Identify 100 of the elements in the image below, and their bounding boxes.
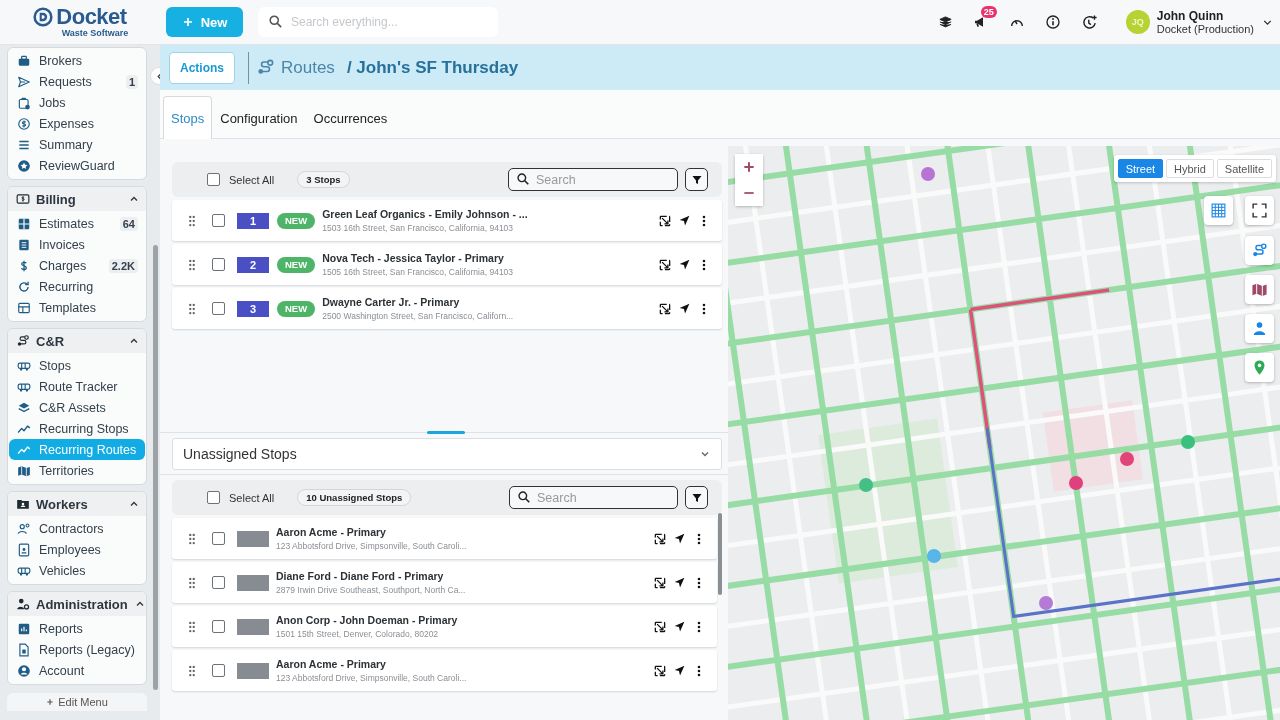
stop-card[interactable]: Aaron Acme - Primary 123 Abbotsford Drive, Simpsonville, South Caroli...	[172, 650, 717, 691]
swap-icon[interactable]	[658, 301, 672, 316]
stop-card[interactable]: Aaron Acme - Primary 123 Abbotsford Drive, Simpsonville, South Caroli...	[172, 518, 717, 559]
navigate-icon[interactable]	[673, 664, 686, 677]
nav-item[interactable]: C&R Assets	[9, 397, 145, 418]
nav-item[interactable]: Jobs	[9, 92, 145, 113]
checkbox[interactable]	[212, 532, 225, 545]
search-field[interactable]: Search	[509, 486, 678, 509]
send-icon	[17, 74, 31, 89]
nav-item[interactable]: Requests 1	[9, 71, 145, 92]
nav-item[interactable]: Estimates 64	[9, 213, 145, 234]
stop-card[interactable]: 2 NEW Nova Tech - Jessica Taylor - Primary 1505 16th Street, San Francisco, California, 94103	[172, 244, 722, 285]
zoom-out-button[interactable]	[735, 180, 763, 206]
map-pin[interactable]	[1039, 596, 1053, 610]
nav-group-header[interactable]: Administration	[8, 592, 146, 616]
map-pin[interactable]	[1120, 452, 1134, 466]
search-field[interactable]: Search	[508, 168, 678, 191]
clock-plus-icon[interactable]	[1080, 13, 1098, 31]
nav-group-title: Billing	[36, 191, 76, 207]
map-button[interactable]	[1245, 275, 1274, 304]
notification-badge: 25	[980, 6, 997, 18]
nav-group-header[interactable]: C&R	[8, 329, 146, 353]
person-button[interactable]	[1245, 314, 1274, 343]
nav-group-header[interactable]: Workers	[8, 492, 146, 516]
layers-icon[interactable]	[937, 14, 953, 30]
checkbox[interactable]	[212, 620, 225, 633]
map-type-button[interactable]: Hybrid	[1166, 159, 1214, 178]
nav-item[interactable]: Recurring Stops	[9, 418, 145, 439]
navigate-icon[interactable]	[678, 214, 691, 227]
filter-button[interactable]	[685, 486, 708, 509]
nav-item[interactable]: Vehicles	[9, 560, 145, 581]
nav-group-header[interactable]: Billing	[8, 187, 146, 211]
stop-title: Nova Tech - Jessica Taylor - Primary	[322, 252, 505, 264]
nav-item[interactable]: Summary	[9, 134, 145, 155]
nav-item[interactable]: Route Tracker	[9, 376, 145, 397]
checkbox[interactable]	[212, 302, 225, 315]
stop-card[interactable]: 1 NEW Green Leaf Organics - Emily Johnson - ... 1503 16th Street, San Francisco, California, 94103	[172, 200, 722, 241]
stop-card[interactable]: Diane Ford - Diane Ford - Primary 2879 Irwin Drive Southeast, Southport, North Ca...	[172, 562, 717, 603]
fullscreen-button[interactable]	[1245, 196, 1274, 225]
nav-item[interactable]: Expenses	[9, 113, 145, 134]
nav-item[interactable]: Stops	[9, 355, 145, 376]
people-icon	[17, 521, 31, 536]
checkbox[interactable]	[212, 214, 225, 227]
pin-button[interactable]	[1245, 353, 1274, 382]
nav-item[interactable]: Employees	[9, 539, 145, 560]
nav-item[interactable]: Brokers	[9, 50, 145, 71]
checkbox[interactable]	[207, 491, 220, 504]
count-chip: 10 Unassigned Stops	[297, 489, 412, 506]
map-type-button[interactable]: Street	[1117, 159, 1164, 178]
navigate-icon[interactable]	[673, 576, 686, 589]
navigate-icon[interactable]	[673, 532, 686, 545]
info-icon[interactable]	[1044, 14, 1061, 30]
nav-item[interactable]: ReviewGuard	[9, 155, 145, 176]
checkbox[interactable]	[212, 576, 225, 589]
swap-icon[interactable]	[658, 213, 672, 228]
nav-item[interactable]: Recurring	[9, 276, 145, 297]
stop-title: Anon Corp - John Doeman - Primary	[276, 614, 458, 626]
stop-card[interactable]: Anon Corp - John Doeman - Primary 1501 15th Street, Denver, Colorado, 80202	[172, 606, 717, 647]
tab[interactable]: Stops	[163, 96, 213, 139]
zoom-in-button[interactable]	[735, 154, 763, 180]
checkbox[interactable]	[212, 258, 225, 271]
filter-button[interactable]	[685, 168, 708, 191]
clipboard-icon	[17, 95, 31, 110]
section-dropdown[interactable]: Unassigned Stops	[172, 438, 722, 470]
tab[interactable]: Configuration	[212, 96, 306, 139]
scrollbar[interactable]	[718, 513, 722, 595]
tab[interactable]: Occurrences	[305, 96, 396, 139]
grid-button[interactable]	[1204, 196, 1233, 225]
navigate-icon[interactable]	[678, 258, 691, 271]
swap-icon[interactable]	[653, 575, 667, 590]
resize-handle[interactable]	[427, 431, 465, 434]
map-pin[interactable]	[921, 167, 935, 181]
nav-item[interactable]: Reports (Legacy)	[9, 639, 145, 660]
logo-icon	[33, 7, 54, 27]
nav-item[interactable]: Contractors	[9, 518, 145, 539]
route-button[interactable]	[1245, 236, 1274, 265]
map-pin[interactable]	[1069, 476, 1083, 490]
nav-item[interactable]: Territories	[9, 460, 145, 481]
checkbox[interactable]	[212, 664, 225, 677]
nav-item[interactable]: Reports	[9, 618, 145, 639]
search-field[interactable]: Search everything...	[258, 7, 498, 37]
map-type-button[interactable]: Satellite	[1216, 159, 1272, 178]
nav-item[interactable]: Templates	[9, 297, 145, 318]
select-all-label: Select All	[229, 173, 275, 186]
nav-item[interactable]: Charges 2.2K	[9, 255, 145, 276]
stop-title: Diane Ford - Diane Ford - Primary	[276, 570, 445, 582]
swap-icon[interactable]	[653, 663, 667, 678]
nav-item[interactable]: Invoices	[9, 234, 145, 255]
dollar-bill-icon	[16, 192, 30, 206]
swap-icon[interactable]	[653, 531, 667, 546]
stop-number-badge: 2	[237, 256, 269, 273]
navigate-icon[interactable]	[678, 302, 691, 315]
edit-menu-button[interactable]: Edit Menu	[7, 693, 147, 711]
swap-icon[interactable]	[658, 257, 672, 272]
navigate-icon[interactable]	[673, 620, 686, 633]
stop-card[interactable]: 3 NEW Dwayne Carter Jr. - Primary 2500 Washington Street, San Francisco, Californ...	[172, 288, 722, 329]
swap-icon[interactable]	[653, 619, 667, 634]
nav-item[interactable]: Account	[9, 660, 145, 681]
scrollbar[interactable]	[153, 245, 158, 690]
checkbox[interactable]	[207, 173, 220, 186]
